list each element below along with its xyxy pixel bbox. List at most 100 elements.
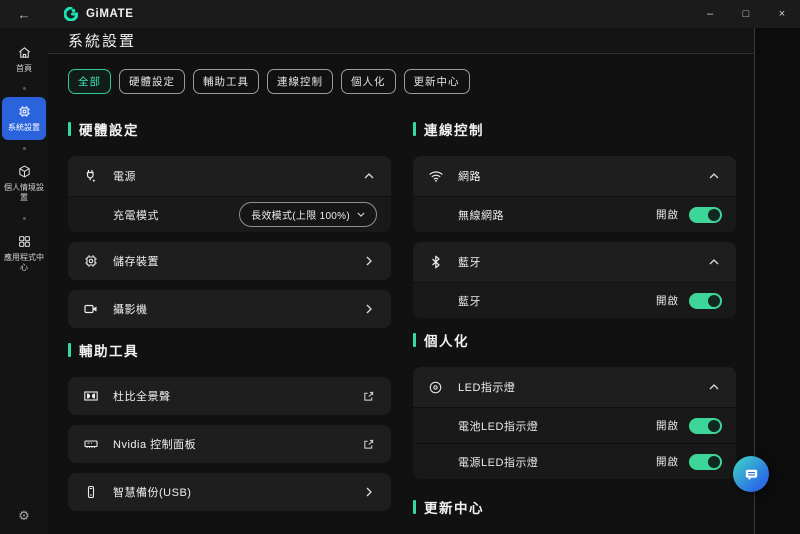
- bluetooth-card-header[interactable]: 藍牙: [413, 242, 736, 282]
- power-led-state-label: 開啟: [656, 454, 679, 469]
- sidebar-item-app-center[interactable]: 應用程式中心: [2, 227, 46, 280]
- filter-chip-personalization[interactable]: 個人化: [341, 69, 396, 94]
- led-card: LED指示燈 電池LED指示燈 開啟: [413, 367, 736, 479]
- sidebar-item-personal-scenario[interactable]: 個人情境設置: [2, 157, 46, 210]
- chevron-up-icon: [705, 254, 722, 271]
- section-accent-bar: [68, 122, 71, 136]
- home-icon: [16, 44, 33, 61]
- filter-chip-update[interactable]: 更新中心: [404, 69, 470, 94]
- smart-backup-card-header[interactable]: 智慧備份(USB): [68, 473, 391, 511]
- bluetooth-card: 藍牙 藍牙 開啟: [413, 242, 736, 318]
- main-area: 系統設置 全部 硬體設定 輔助工具 連線控制 個人化 更新中心: [48, 28, 800, 534]
- page-header: 系統設置: [48, 28, 800, 54]
- sidebar-item-system-settings[interactable]: 系統設置: [2, 97, 46, 139]
- storage-chip-icon: [82, 253, 99, 270]
- right-column: 連線控制: [413, 107, 736, 534]
- brand: GiMATE: [62, 6, 133, 23]
- charge-mode-row: 充電模式 長效模式(上限 100%): [68, 196, 391, 232]
- minimize-button[interactable]: –: [692, 0, 728, 28]
- network-card: 網路 無線網路 開啟: [413, 156, 736, 232]
- battery-led-toggle[interactable]: [689, 418, 722, 434]
- section-personalization-title: 個人化: [413, 330, 736, 350]
- back-button[interactable]: ←: [0, 0, 48, 28]
- filter-chip-connectivity[interactable]: 連線控制: [267, 69, 333, 94]
- sidebar-item-label: 應用程式中心: [3, 253, 45, 274]
- page-title: 系統設置: [68, 30, 136, 51]
- power-card-header[interactable]: 電源: [68, 156, 391, 196]
- section-hardware-title: 硬體設定: [68, 119, 391, 139]
- bluetooth-state-label: 開啟: [656, 293, 679, 308]
- nvidia-card: Nvidia 控制面板: [68, 425, 391, 463]
- storage-card: 儲存裝置: [68, 242, 391, 280]
- section-accent-bar: [413, 500, 416, 514]
- camera-card-header[interactable]: 攝影機: [68, 290, 391, 328]
- dolby-card: 杜比全景聲: [68, 377, 391, 415]
- external-link-icon: [360, 436, 377, 453]
- settings-gear-icon[interactable]: ⚙: [18, 508, 30, 524]
- chevron-right-icon: [360, 301, 377, 318]
- chevron-up-icon: [360, 168, 377, 185]
- cube-icon: [16, 163, 33, 180]
- led-card-header[interactable]: LED指示燈: [413, 367, 736, 407]
- sidebar-separator-dot: [23, 87, 26, 90]
- grid-icon: [16, 233, 33, 250]
- filter-chips: 全部 硬體設定 輔助工具 連線控制 個人化 更新中心: [68, 69, 736, 94]
- bluetooth-row: 藍牙 開啟: [413, 282, 736, 318]
- battery-led-row: 電池LED指示燈 開啟: [413, 407, 736, 443]
- sidebar-item-label: 首頁: [3, 64, 45, 74]
- power-led-row: 電源LED指示燈 開啟: [413, 443, 736, 479]
- chevron-right-icon: [360, 253, 377, 270]
- smart-backup-card: 智慧備份(USB): [68, 473, 391, 511]
- sidebar-item-label: 系統設置: [3, 123, 45, 133]
- content: 全部 硬體設定 輔助工具 連線控制 個人化 更新中心 硬體設定: [48, 54, 800, 534]
- sidebar-item-label: 個人情境設置: [3, 183, 45, 204]
- wifi-icon: [427, 168, 444, 185]
- wifi-row: 無線網路 開啟: [413, 196, 736, 232]
- filter-chip-all[interactable]: 全部: [68, 69, 111, 94]
- gimate-logo-icon: [62, 6, 79, 23]
- section-accent-bar: [413, 333, 416, 347]
- chevron-down-icon: [357, 212, 365, 218]
- section-connectivity-title: 連線控制: [413, 119, 736, 139]
- usb-drive-icon: [82, 484, 99, 501]
- chevron-up-icon: [705, 168, 722, 185]
- close-button[interactable]: ×: [764, 0, 800, 28]
- battery-led-state-label: 開啟: [656, 418, 679, 433]
- dolby-card-header[interactable]: 杜比全景聲: [68, 377, 391, 415]
- section-update-title: 更新中心: [413, 497, 736, 517]
- bluetooth-toggle[interactable]: [689, 293, 722, 309]
- maximize-button[interactable]: □: [728, 0, 764, 28]
- storage-card-header[interactable]: 儲存裝置: [68, 242, 391, 280]
- window-controls: – □ ×: [692, 0, 800, 28]
- camera-icon: [82, 301, 99, 318]
- wifi-state-label: 開啟: [656, 207, 679, 222]
- nvidia-card-header[interactable]: Nvidia 控制面板: [68, 425, 391, 463]
- led-indicator-icon: [427, 379, 444, 396]
- chat-support-button[interactable]: [733, 456, 769, 492]
- left-column: 硬體設定: [68, 107, 391, 534]
- sidebar-separator-dot: [23, 147, 26, 150]
- gpu-panel-icon: [82, 436, 99, 453]
- bluetooth-icon: [427, 254, 444, 271]
- power-led-toggle[interactable]: [689, 454, 722, 470]
- sidebar-separator-dot: [23, 217, 26, 220]
- filter-chip-hardware[interactable]: 硬體設定: [119, 69, 185, 94]
- section-accent-bar: [68, 343, 71, 357]
- network-card-header[interactable]: 網路: [413, 156, 736, 196]
- sidebar: 首頁 系統設置: [0, 28, 48, 534]
- chip-icon: [16, 103, 33, 120]
- dolby-atmos-icon: [82, 388, 99, 405]
- sidebar-item-home[interactable]: 首頁: [2, 38, 46, 80]
- section-tools-title: 輔助工具: [68, 340, 391, 360]
- power-plug-icon: [82, 168, 99, 185]
- app-window: ← GiMATE – □ × 首頁: [0, 0, 800, 534]
- charge-mode-dropdown[interactable]: 長效模式(上限 100%): [239, 202, 377, 227]
- filter-chip-tools[interactable]: 輔助工具: [193, 69, 259, 94]
- chevron-up-icon: [705, 379, 722, 396]
- power-card: 電源 充電模式 長效模式(上限 100%): [68, 156, 391, 232]
- camera-card: 攝影機: [68, 290, 391, 328]
- wifi-toggle[interactable]: [689, 207, 722, 223]
- titlebar: ← GiMATE – □ ×: [0, 0, 800, 28]
- external-link-icon: [360, 388, 377, 405]
- app-title: GiMATE: [86, 8, 133, 20]
